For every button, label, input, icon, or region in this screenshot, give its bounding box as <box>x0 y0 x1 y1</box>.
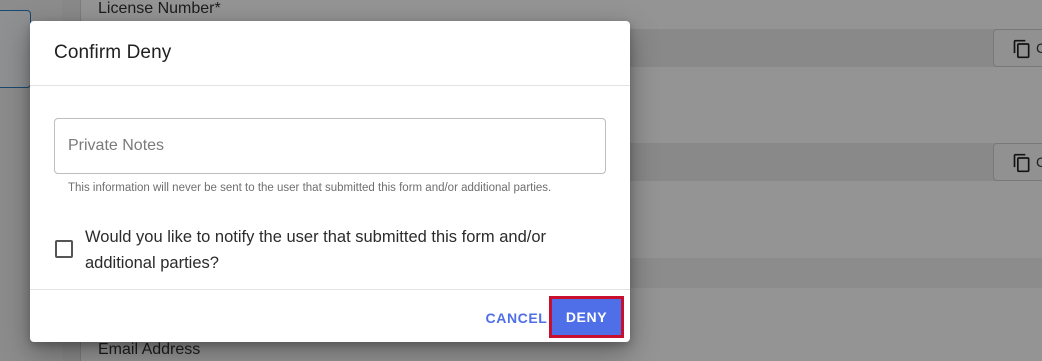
page: License Number* C C Email Address Confir… <box>0 0 1042 361</box>
dialog-title: Confirm Deny <box>54 42 172 63</box>
notify-user-label[interactable]: Would you like to notify the user that s… <box>85 224 585 276</box>
deny-button-highlight: DENY <box>549 296 624 338</box>
private-notes-input[interactable] <box>55 119 605 173</box>
private-notes-hint: This information will never be sent to t… <box>68 182 552 194</box>
notify-user-checkbox[interactable] <box>55 240 73 258</box>
dialog-header-divider <box>30 85 630 86</box>
deny-button[interactable]: DENY <box>555 302 618 332</box>
private-notes-field[interactable] <box>54 118 606 174</box>
confirm-deny-dialog: Confirm Deny This information will never… <box>30 21 630 342</box>
dialog-footer-divider <box>30 289 630 290</box>
